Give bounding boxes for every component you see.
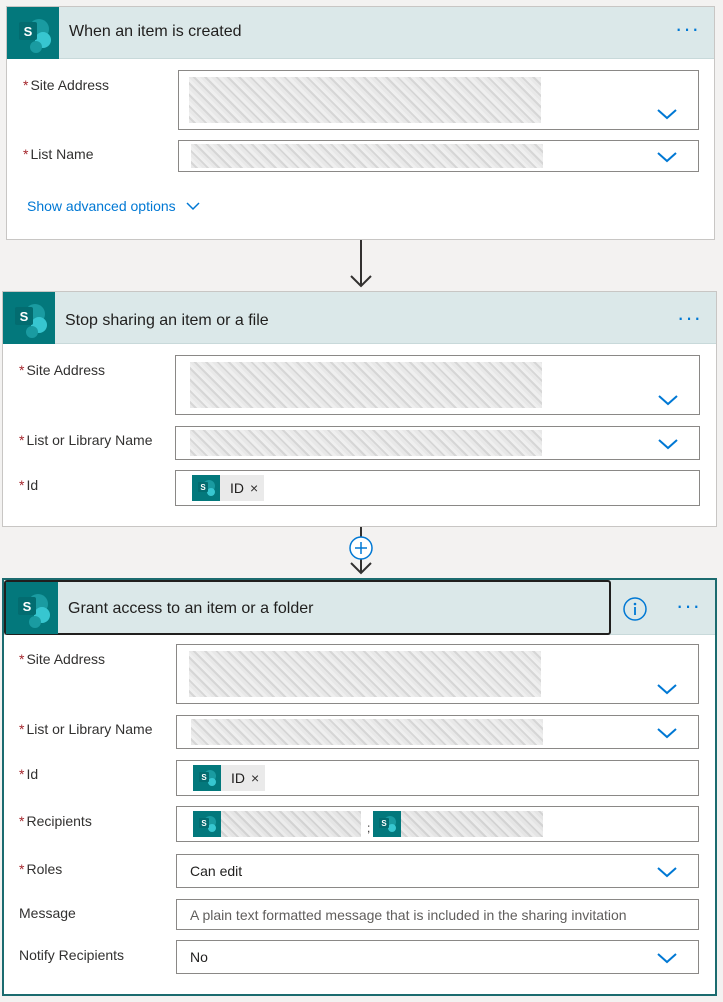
list-name-label: * List Name	[23, 146, 94, 162]
chevron-down-icon[interactable]	[656, 865, 678, 879]
stop-sharing-title: Stop sharing an item or a file	[65, 312, 269, 329]
list-or-library-field[interactable]	[175, 426, 700, 460]
list-or-library-field[interactable]	[176, 715, 699, 749]
redacted-value	[401, 811, 543, 837]
svg-text:S: S	[24, 24, 33, 39]
list-or-library-label: * List or Library Name	[19, 432, 153, 448]
message-input[interactable]: A plain text formatted message that is i…	[176, 899, 699, 930]
chevron-down-icon[interactable]	[656, 951, 678, 965]
svg-text:S: S	[201, 819, 207, 828]
remove-token-icon[interactable]: ×	[251, 770, 265, 786]
notify-recipients-label: Notify Recipients	[19, 947, 125, 963]
roles-label: * Roles	[19, 861, 63, 877]
sharepoint-icon: S	[3, 292, 55, 344]
site-address-field[interactable]	[176, 644, 699, 704]
flow-arrow-icon	[350, 240, 372, 288]
svg-text:S: S	[200, 483, 206, 492]
stop-sharing-card-header[interactable]: S Stop sharing an item or a file ···	[3, 292, 716, 344]
redacted-value	[221, 811, 361, 837]
chevron-down-icon[interactable]	[656, 682, 678, 696]
id-token[interactable]: S ID ×	[193, 765, 266, 791]
stop-sharing-card: S Stop sharing an item or a file ··· * Si…	[2, 291, 717, 527]
site-address-label: * Site Address	[23, 77, 110, 93]
more-dots-icon[interactable]: ···	[677, 307, 702, 329]
id-label: * Id	[19, 766, 39, 782]
site-address-field[interactable]	[178, 70, 699, 130]
grant-access-card-header[interactable]: S Grant access to an item or a folder ··…	[4, 580, 715, 635]
chevron-down-icon[interactable]	[656, 150, 678, 164]
id-label: * Id	[19, 477, 39, 493]
chevron-down-icon[interactable]	[657, 437, 679, 451]
grant-access-card: S Grant access to an item or a folder ··…	[2, 578, 717, 996]
info-icon[interactable]	[622, 596, 648, 622]
sharepoint-icon: S	[373, 811, 401, 837]
id-field[interactable]: S ID ×	[176, 760, 699, 796]
sharepoint-icon: S	[193, 765, 221, 791]
sharepoint-icon: S	[192, 475, 220, 501]
chevron-down-icon[interactable]	[657, 393, 679, 407]
trigger-card: S When an item is created ··· * Site Addr…	[6, 6, 715, 240]
roles-dropdown[interactable]: Can edit	[176, 854, 699, 888]
recipients-separator: ;	[367, 821, 371, 835]
sharepoint-icon: S	[6, 582, 58, 634]
site-address-label: * Site Address	[19, 651, 106, 667]
id-token[interactable]: S ID ×	[192, 475, 265, 501]
recipient-token[interactable]: S	[373, 811, 543, 837]
more-dots-icon[interactable]: ···	[675, 18, 700, 40]
message-label: Message	[19, 905, 76, 921]
list-name-field[interactable]	[178, 140, 699, 172]
trigger-card-header[interactable]: S When an item is created ···	[7, 7, 714, 59]
svg-text:S: S	[23, 599, 32, 614]
chevron-down-icon[interactable]	[656, 726, 678, 740]
grant-access-title: Grant access to an item or a folder	[68, 600, 314, 617]
chevron-down-icon[interactable]	[656, 107, 678, 121]
sharepoint-icon: S	[7, 7, 59, 59]
svg-text:S: S	[201, 773, 207, 782]
add-step-icon[interactable]	[348, 535, 374, 561]
trigger-title: When an item is created	[69, 23, 242, 40]
svg-text:S: S	[381, 819, 387, 828]
redacted-value	[190, 362, 542, 408]
list-or-library-label: * List or Library Name	[19, 721, 153, 737]
show-advanced-options-link[interactable]: Show advanced options	[27, 198, 200, 214]
redacted-value	[189, 651, 541, 697]
more-dots-icon[interactable]: ···	[676, 595, 701, 617]
redacted-value	[191, 719, 543, 745]
site-address-label: * Site Address	[19, 362, 106, 378]
redacted-value	[191, 144, 543, 168]
recipients-field[interactable]: S ; S	[176, 806, 699, 842]
redacted-value	[189, 77, 541, 123]
recipient-token[interactable]: S	[193, 811, 361, 837]
sharepoint-icon: S	[193, 811, 221, 837]
id-field[interactable]: S ID ×	[175, 470, 700, 506]
notify-recipients-dropdown[interactable]: No	[176, 940, 699, 974]
redacted-value	[190, 430, 542, 456]
svg-text:S: S	[20, 309, 29, 324]
site-address-field[interactable]	[175, 355, 700, 415]
remove-token-icon[interactable]: ×	[250, 480, 264, 496]
recipients-label: * Recipients	[19, 813, 92, 829]
chevron-down-icon	[186, 202, 200, 211]
